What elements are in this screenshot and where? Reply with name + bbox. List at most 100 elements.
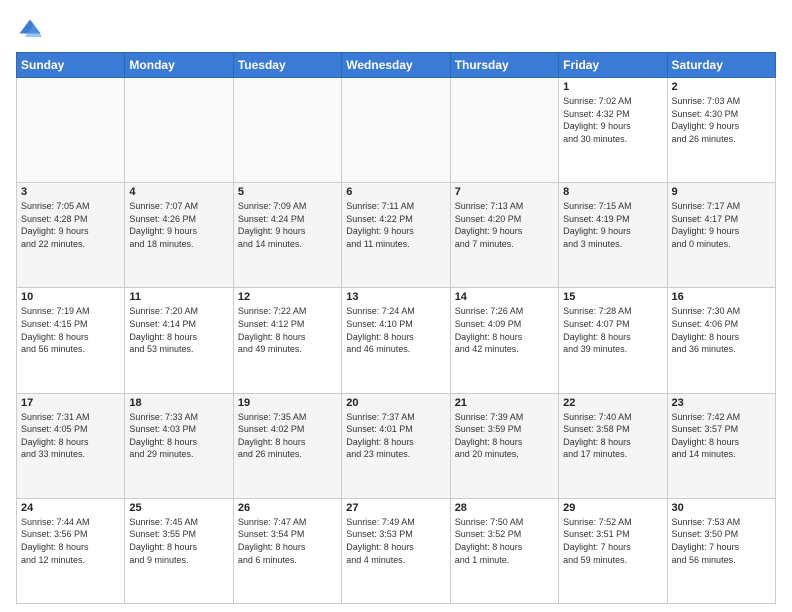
calendar-week-row: 1 Sunrise: 7:02 AMSunset: 4:32 PMDaylight… [17,78,776,183]
calendar-day-header: Friday [559,53,667,78]
calendar-cell: 15 Sunrise: 7:28 AMSunset: 4:07 PMDayligh… [559,288,667,393]
day-info: Sunrise: 7:09 AMSunset: 4:24 PMDaylight:… [238,200,337,250]
calendar-cell [342,78,450,183]
day-info: Sunrise: 7:49 AMSunset: 3:53 PMDaylight:… [346,516,445,566]
calendar-day-header: Monday [125,53,233,78]
calendar-day-header: Thursday [450,53,558,78]
calendar-cell [17,78,125,183]
day-number: 29 [563,502,662,514]
day-info: Sunrise: 7:03 AMSunset: 4:30 PMDaylight:… [672,95,771,145]
day-number: 28 [455,502,554,514]
calendar-cell: 23Sunrise: 7:42 AMSunset: 3:57 PMDayligh… [667,393,775,498]
logo [16,16,48,44]
day-info: Sunrise: 7:31 AMSunset: 4:05 PMDaylight:… [21,411,120,461]
day-number: 2 [672,81,771,93]
page: SundayMondayTuesdayWednesdayThursdayFrid… [0,0,792,612]
header [16,16,776,44]
day-info: Sunrise: 7:42 AMSunset: 3:57 PMDaylight:… [672,411,771,461]
day-number: 25 [129,502,228,514]
calendar-cell: 10 Sunrise: 7:19 AMSunset: 4:15 PMDayligh… [17,288,125,393]
day-info: Sunrise: 7:45 AMSunset: 3:55 PMDaylight:… [129,516,228,566]
calendar-header-row: SundayMondayTuesdayWednesdayThursdayFrid… [17,53,776,78]
calendar-cell: 21Sunrise: 7:39 AMSunset: 3:59 PMDayligh… [450,393,558,498]
calendar-cell: 4 Sunrise: 7:07 AMSunset: 4:26 PMDaylight… [125,183,233,288]
calendar-cell: 24 Sunrise: 7:44 AMSunset: 3:56 PMDayligh… [17,498,125,603]
calendar-cell: 5 Sunrise: 7:09 AMSunset: 4:24 PMDaylight… [233,183,341,288]
day-info: Sunrise: 7:30 AMSunset: 4:06 PMDaylight:… [672,305,771,355]
day-number: 30 [672,502,771,514]
day-info: Sunrise: 7:33 AMSunset: 4:03 PMDaylight:… [129,411,228,461]
calendar-cell: 28Sunrise: 7:50 AMSunset: 3:52 PMDayligh… [450,498,558,603]
day-number: 4 [129,186,228,198]
day-number: 19 [238,397,337,409]
day-number: 16 [672,291,771,303]
day-number: 14 [455,291,554,303]
calendar-week-row: 10 Sunrise: 7:19 AMSunset: 4:15 PMDayligh… [17,288,776,393]
day-info: Sunrise: 7:52 AMSunset: 3:51 PMDaylight:… [563,516,662,566]
calendar-cell [233,78,341,183]
day-number: 13 [346,291,445,303]
day-number: 26 [238,502,337,514]
calendar-cell: 22Sunrise: 7:40 AMSunset: 3:58 PMDayligh… [559,393,667,498]
calendar-week-row: 24 Sunrise: 7:44 AMSunset: 3:56 PMDayligh… [17,498,776,603]
day-info: Sunrise: 7:13 AMSunset: 4:20 PMDaylight:… [455,200,554,250]
day-info: Sunrise: 7:28 AMSunset: 4:07 PMDaylight:… [563,305,662,355]
calendar-cell: 30 Sunrise: 7:53 AMSunset: 3:50 PMDayligh… [667,498,775,603]
day-info: Sunrise: 7:26 AMSunset: 4:09 PMDaylight:… [455,305,554,355]
calendar-cell: 8 Sunrise: 7:15 AMSunset: 4:19 PMDaylight… [559,183,667,288]
day-number: 8 [563,186,662,198]
day-number: 20 [346,397,445,409]
calendar-cell: 7 Sunrise: 7:13 AMSunset: 4:20 PMDaylight… [450,183,558,288]
calendar-cell: 3Sunrise: 7:05 AMSunset: 4:28 PMDaylight… [17,183,125,288]
day-number: 12 [238,291,337,303]
calendar-cell: 19 Sunrise: 7:35 AMSunset: 4:02 PMDayligh… [233,393,341,498]
day-number: 9 [672,186,771,198]
day-info: Sunrise: 7:07 AMSunset: 4:26 PMDaylight:… [129,200,228,250]
day-number: 21 [455,397,554,409]
calendar-cell: 12 Sunrise: 7:22 AMSunset: 4:12 PMDayligh… [233,288,341,393]
day-info: Sunrise: 7:44 AMSunset: 3:56 PMDaylight:… [21,516,120,566]
day-number: 24 [21,502,120,514]
day-info: Sunrise: 7:22 AMSunset: 4:12 PMDaylight:… [238,305,337,355]
day-info: Sunrise: 7:17 AMSunset: 4:17 PMDaylight:… [672,200,771,250]
day-info: Sunrise: 7:35 AMSunset: 4:02 PMDaylight:… [238,411,337,461]
day-number: 5 [238,186,337,198]
day-info: Sunrise: 7:53 AMSunset: 3:50 PMDaylight:… [672,516,771,566]
day-info: Sunrise: 7:37 AMSunset: 4:01 PMDaylight:… [346,411,445,461]
day-number: 7 [455,186,554,198]
calendar-cell: 9 Sunrise: 7:17 AMSunset: 4:17 PMDaylight… [667,183,775,288]
calendar-day-header: Saturday [667,53,775,78]
calendar-cell [125,78,233,183]
day-number: 1 [563,81,662,93]
day-info: Sunrise: 7:47 AMSunset: 3:54 PMDaylight:… [238,516,337,566]
day-info: Sunrise: 7:15 AMSunset: 4:19 PMDaylight:… [563,200,662,250]
day-number: 10 [21,291,120,303]
calendar-day-header: Sunday [17,53,125,78]
calendar-day-header: Wednesday [342,53,450,78]
calendar-day-header: Tuesday [233,53,341,78]
calendar-cell: 1 Sunrise: 7:02 AMSunset: 4:32 PMDaylight… [559,78,667,183]
day-number: 18 [129,397,228,409]
logo-icon [16,16,44,44]
calendar-cell: 20 Sunrise: 7:37 AMSunset: 4:01 PMDayligh… [342,393,450,498]
calendar-cell: 17Sunrise: 7:31 AMSunset: 4:05 PMDayligh… [17,393,125,498]
day-number: 6 [346,186,445,198]
day-info: Sunrise: 7:19 AMSunset: 4:15 PMDaylight:… [21,305,120,355]
calendar-cell: 25 Sunrise: 7:45 AMSunset: 3:55 PMDayligh… [125,498,233,603]
day-info: Sunrise: 7:24 AMSunset: 4:10 PMDaylight:… [346,305,445,355]
calendar-table: SundayMondayTuesdayWednesdayThursdayFrid… [16,52,776,604]
calendar-cell: 2 Sunrise: 7:03 AMSunset: 4:30 PMDaylight… [667,78,775,183]
day-number: 15 [563,291,662,303]
day-info: Sunrise: 7:11 AMSunset: 4:22 PMDaylight:… [346,200,445,250]
day-info: Sunrise: 7:02 AMSunset: 4:32 PMDaylight:… [563,95,662,145]
calendar-cell: 26 Sunrise: 7:47 AMSunset: 3:54 PMDayligh… [233,498,341,603]
calendar-cell: 18 Sunrise: 7:33 AMSunset: 4:03 PMDayligh… [125,393,233,498]
calendar-cell: 14 Sunrise: 7:26 AMSunset: 4:09 PMDayligh… [450,288,558,393]
calendar-cell [450,78,558,183]
day-number: 3 [21,186,120,198]
calendar-week-row: 17Sunrise: 7:31 AMSunset: 4:05 PMDayligh… [17,393,776,498]
day-number: 27 [346,502,445,514]
calendar-week-row: 3Sunrise: 7:05 AMSunset: 4:28 PMDaylight… [17,183,776,288]
calendar-cell: 27 Sunrise: 7:49 AMSunset: 3:53 PMDayligh… [342,498,450,603]
day-info: Sunrise: 7:20 AMSunset: 4:14 PMDaylight:… [129,305,228,355]
